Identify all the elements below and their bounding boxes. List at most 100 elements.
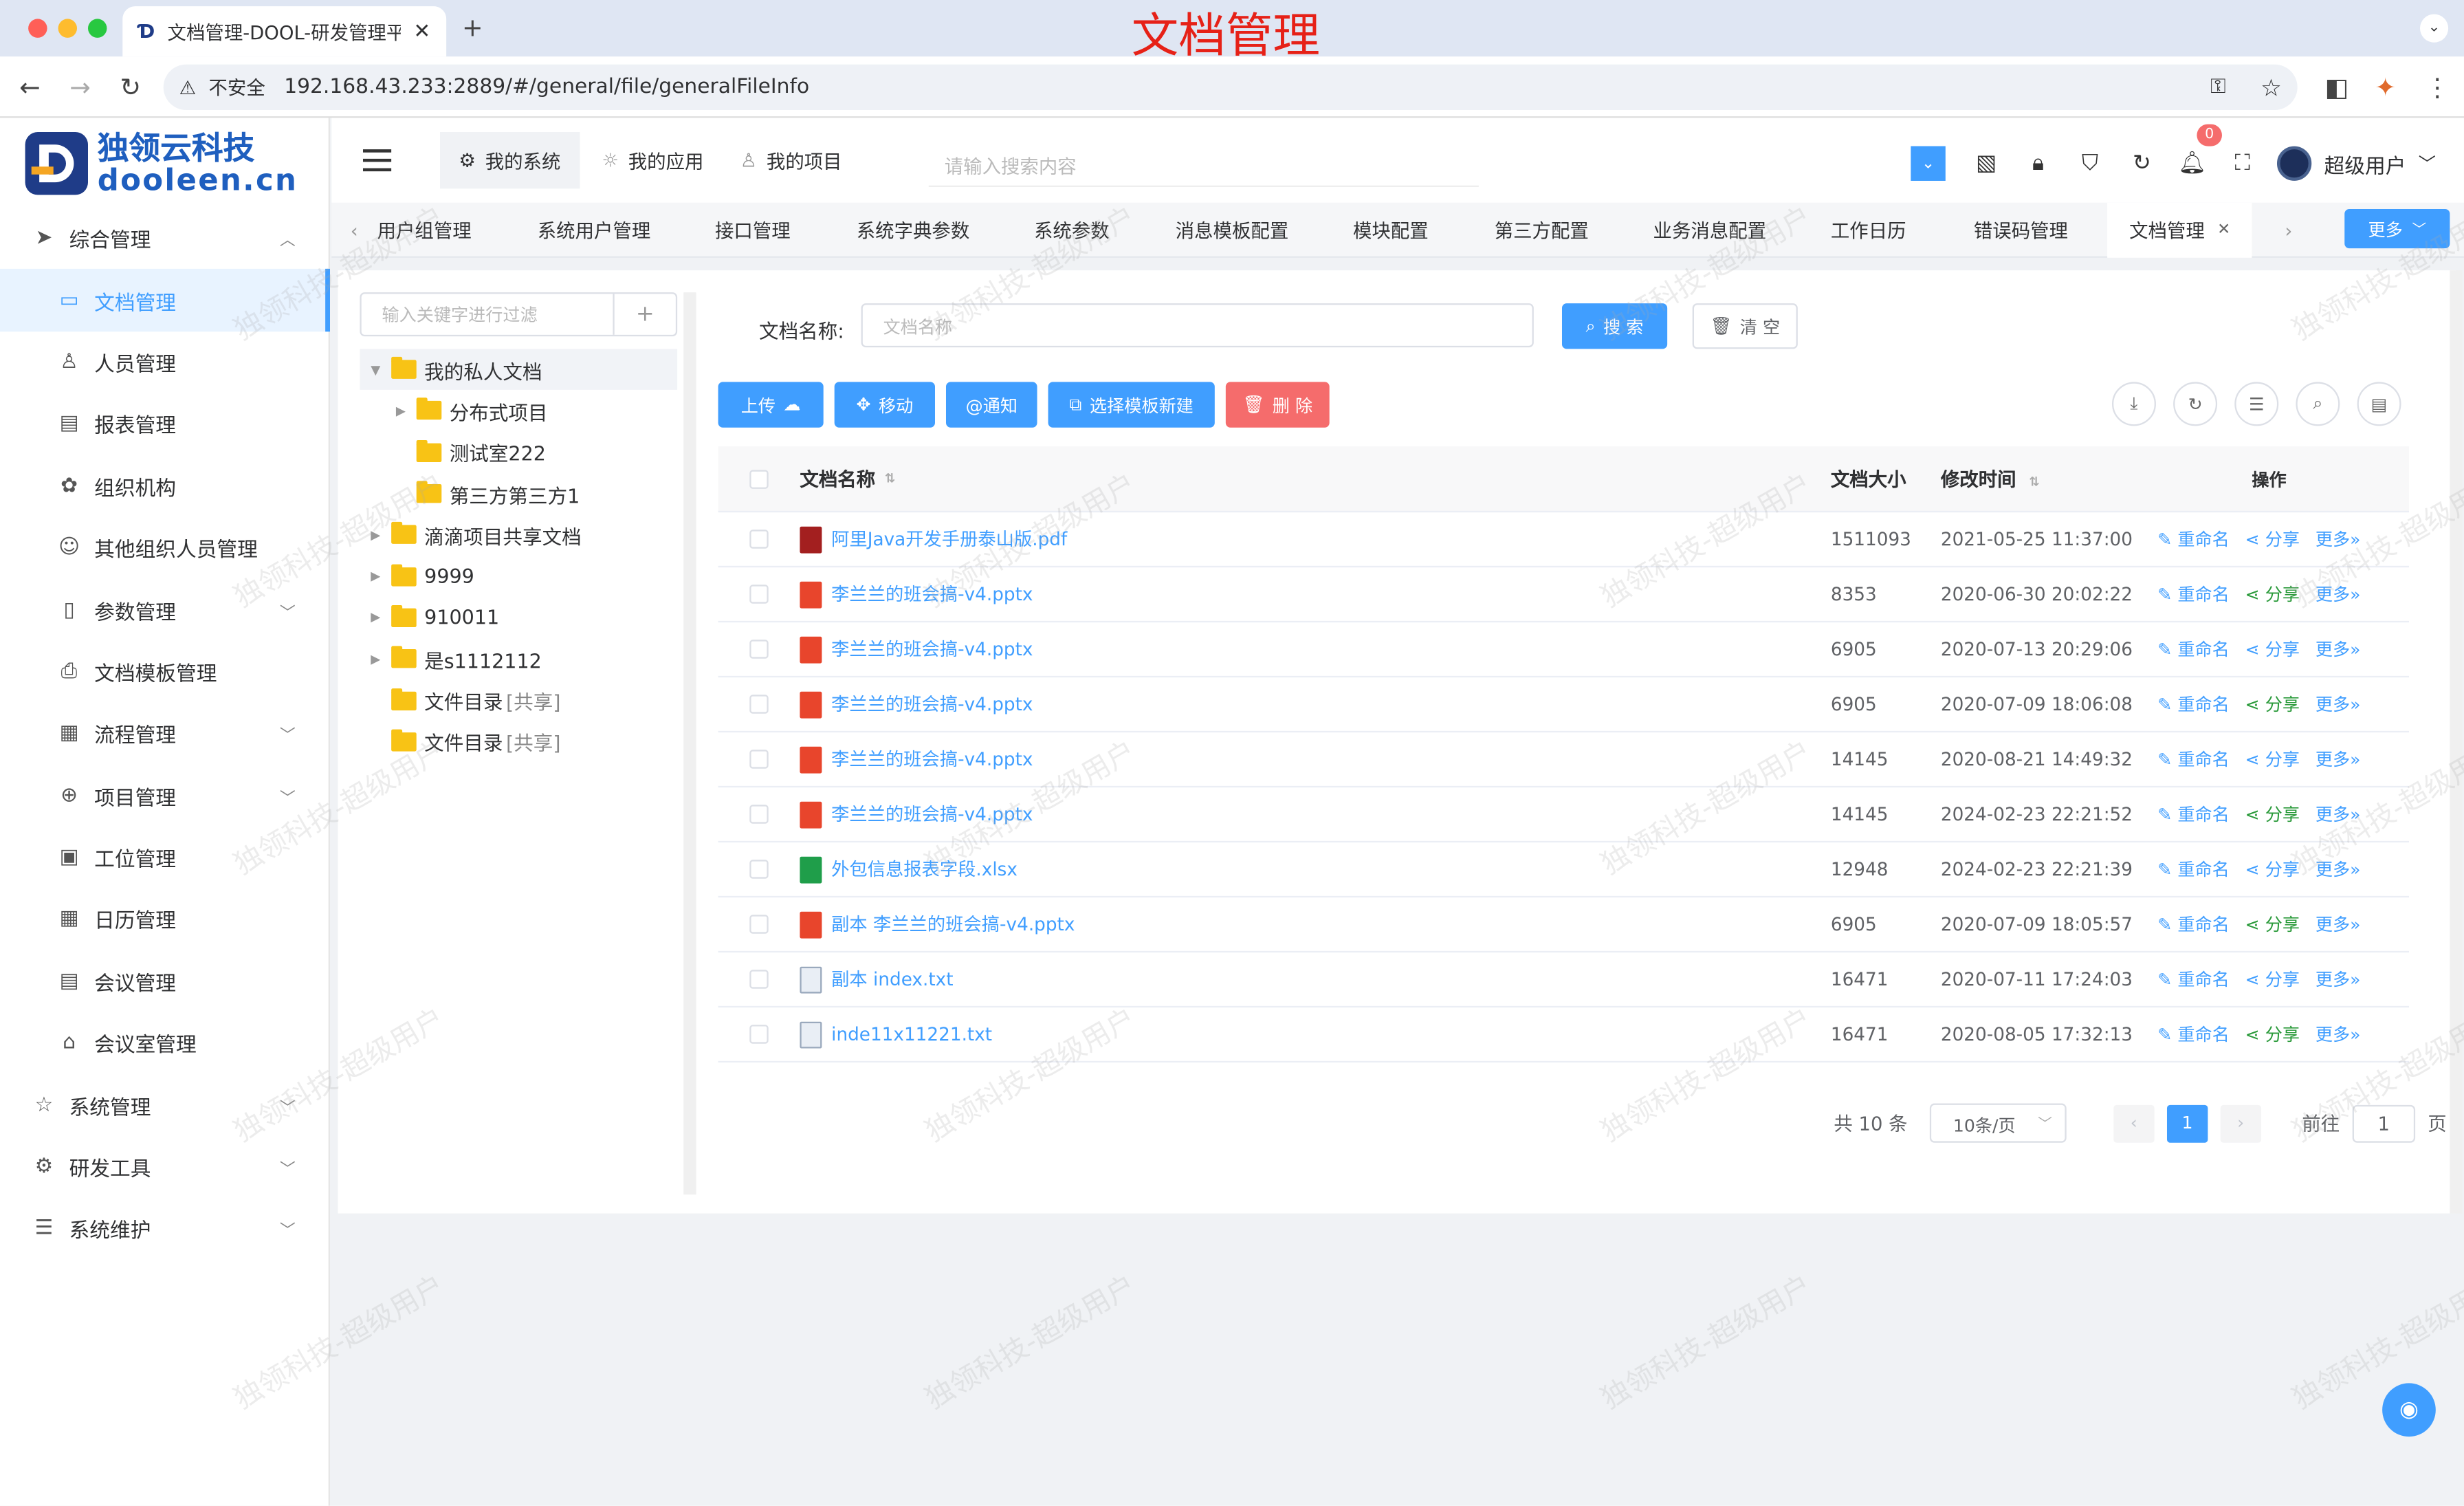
browser-menu-icon[interactable]: ⋮ xyxy=(2420,69,2454,104)
more-action[interactable]: 更多» xyxy=(2316,857,2361,882)
table-row[interactable]: 李兰兰的班会搞-v4.pptx 14145 2024-02-23 22:21:52 ✎… xyxy=(718,787,2409,843)
col-time-header[interactable]: 修改时间 ⇅ xyxy=(1941,466,2157,492)
tags-more-button[interactable]: 更多 ﹀ xyxy=(2344,208,2450,249)
rename-action[interactable]: ✎ 重命名 xyxy=(2157,912,2229,937)
sidebar-item-doc-template[interactable]: ⎙ 文档模板管理 xyxy=(0,641,330,703)
sidebar-item-workflow[interactable]: ▦ 流程管理 ﹀ xyxy=(0,703,330,765)
share-action[interactable]: ⋖ 分享 xyxy=(2245,857,2300,882)
sidebar-item-personnel[interactable]: ♙ 人员管理 xyxy=(0,331,330,393)
rename-action[interactable]: ✎ 重命名 xyxy=(2157,637,2229,662)
share-action[interactable]: ⋖ 分享 xyxy=(2245,747,2300,772)
sidebar-toggle-icon[interactable]: ◧ xyxy=(2320,69,2354,104)
move-button[interactable]: ✥ 移动 xyxy=(834,382,935,428)
tag-work-calendar[interactable]: 工作日历 xyxy=(1831,203,1906,258)
file-name-link[interactable]: 李兰兰的班会搞-v4.pptx xyxy=(831,802,1033,827)
tree-node[interactable]: 第三方第三方1 xyxy=(360,473,677,514)
row-checkbox[interactable] xyxy=(749,1025,769,1044)
more-action[interactable]: 更多» xyxy=(2316,747,2361,772)
screenshot-camera-button[interactable]: ◉ xyxy=(2382,1383,2436,1437)
next-page-button[interactable]: › xyxy=(2220,1104,2261,1142)
tab-my-apps[interactable]: ☼ 我的应用 xyxy=(583,132,723,188)
table-row[interactable]: 阿里Java开发手册泰山版.pdf 1511093 2021-05-25 11:37… xyxy=(718,512,2409,568)
share-action[interactable]: ⋖ 分享 xyxy=(2245,582,2300,607)
row-checkbox[interactable] xyxy=(749,695,769,714)
notify-button[interactable]: @通知 xyxy=(945,382,1037,428)
sidebar-item-org[interactable]: ✿ 组织机构 xyxy=(0,455,330,517)
tree-node[interactable]: ▶ 9999 xyxy=(360,556,677,597)
file-name-link[interactable]: 阿里Java开发手册泰山版.pdf xyxy=(831,527,1067,552)
row-checkbox[interactable] xyxy=(749,530,769,549)
download-icon[interactable]: ⤓ xyxy=(2111,382,2156,426)
tag-api[interactable]: 接口管理 xyxy=(715,203,791,258)
table-row[interactable]: 李兰兰的班会搞-v4.pptx 14145 2020-08-21 14:49:32 ✎… xyxy=(718,732,2409,788)
rename-action[interactable]: ✎ 重命名 xyxy=(2157,747,2229,772)
sidebar-item-workstation[interactable]: ▣ 工位管理 xyxy=(0,827,330,888)
more-action[interactable]: 更多» xyxy=(2316,527,2361,552)
tag-dict-params[interactable]: 系统字典参数 xyxy=(857,203,970,258)
user-menu[interactable]: 超级用户 ﹀ xyxy=(2276,146,2436,181)
tab-my-projects[interactable]: ♙ 我的项目 xyxy=(721,132,861,188)
row-checkbox[interactable] xyxy=(749,585,769,604)
refresh-icon[interactable]: ↻ xyxy=(2173,382,2218,426)
table-row[interactable]: 外包信息报表字段.xlsx 12948 2024-02-23 22:21:39 ✎ 重… xyxy=(718,842,2409,898)
tree-node[interactable]: ▼ 我的私人文档 xyxy=(360,349,678,391)
prev-page-button[interactable]: ‹ xyxy=(2113,1104,2155,1142)
share-action[interactable]: ⋖ 分享 xyxy=(2245,967,2300,992)
more-action[interactable]: 更多» xyxy=(2316,637,2361,662)
file-name-link[interactable]: 副本 index.txt xyxy=(831,967,953,992)
close-icon[interactable]: ✕ xyxy=(2217,221,2230,239)
file-name-link[interactable]: 李兰兰的班会搞-v4.pptx xyxy=(831,637,1033,662)
rename-action[interactable]: ✎ 重命名 xyxy=(2157,692,2229,717)
rename-action[interactable]: ✎ 重命名 xyxy=(2157,582,2229,607)
row-checkbox[interactable] xyxy=(749,750,769,769)
sidebar-group-system[interactable]: ☆ 系统管理 ﹀ xyxy=(0,1074,330,1136)
file-name-link[interactable]: 副本 李兰兰的班会搞-v4.pptx xyxy=(831,912,1075,937)
bookmark-star-icon[interactable]: ☆ xyxy=(2260,73,2282,101)
tag-system-user[interactable]: 系统用户管理 xyxy=(538,203,651,258)
table-row[interactable]: 李兰兰的班会搞-v4.pptx 6905 2020-07-13 20:29:06 ✎ … xyxy=(718,622,2409,678)
rename-action[interactable]: ✎ 重命名 xyxy=(2157,1022,2229,1047)
tab-my-system[interactable]: ⚙ 我的系统 xyxy=(439,131,580,189)
close-tab-icon[interactable]: ✕ xyxy=(413,20,430,43)
tree-filter-input[interactable]: 输入关键字进行过滤 xyxy=(362,302,613,327)
page-number-button[interactable]: 1 xyxy=(2166,1104,2208,1142)
row-checkbox[interactable] xyxy=(749,970,769,989)
table-row[interactable]: 副本 index.txt 16471 2020-07-11 17:24:03 ✎ 重命… xyxy=(718,952,2409,1008)
palette-icon[interactable]: ▧ xyxy=(1972,149,2001,177)
file-name-link[interactable]: inde11x11221.txt xyxy=(831,1023,992,1045)
shirt-icon[interactable]: ⛉ xyxy=(2076,149,2104,177)
tag-user-group[interactable]: 用户组管理 xyxy=(377,203,472,258)
tree-node[interactable]: 测试室222 xyxy=(360,432,677,473)
more-action[interactable]: 更多» xyxy=(2316,1022,2361,1047)
key-icon[interactable]: ⚿ xyxy=(2210,76,2226,99)
row-checkbox[interactable] xyxy=(749,915,769,934)
close-window-button[interactable] xyxy=(28,19,47,38)
share-action[interactable]: ⋖ 分享 xyxy=(2245,637,2300,662)
sidebar-item-report[interactable]: ▤ 报表管理 xyxy=(0,393,330,455)
file-name-link[interactable]: 外包信息报表字段.xlsx xyxy=(831,857,1018,882)
sidebar-item-calendar[interactable]: ▦ 日历管理 xyxy=(0,888,330,950)
row-checkbox[interactable] xyxy=(749,805,769,824)
template-new-button[interactable]: ⧉ 选择模板新建 xyxy=(1048,382,1215,428)
row-checkbox[interactable] xyxy=(749,860,769,879)
file-name-link[interactable]: 李兰兰的班会搞-v4.pptx xyxy=(831,582,1033,607)
zoom-window-button[interactable] xyxy=(87,19,107,38)
tab-search-button[interactable]: ⌄ xyxy=(2419,14,2449,43)
goto-page-input[interactable]: 1 xyxy=(2352,1104,2415,1142)
tag-business-msg[interactable]: 业务消息配置 xyxy=(1653,203,1767,258)
sidebar-group-maintenance[interactable]: ☰ 系统维护 ﹀ xyxy=(0,1198,330,1260)
file-name-link[interactable]: 李兰兰的班会搞-v4.pptx xyxy=(831,747,1033,772)
sort-icon[interactable]: ⇅ xyxy=(2029,474,2039,489)
forward-button[interactable]: → xyxy=(63,69,97,104)
caret-right-icon[interactable]: ▶ xyxy=(366,652,385,666)
back-button[interactable]: ← xyxy=(12,69,47,104)
sidebar-item-meeting-room[interactable]: ⌂ 会议室管理 xyxy=(0,1012,330,1074)
page-scrollbar[interactable] xyxy=(2450,270,2463,1214)
caret-right-icon[interactable]: ▶ xyxy=(366,569,385,584)
table-row[interactable]: 李兰兰的班会搞-v4.pptx 8353 2020-06-30 20:02:22 ✎ … xyxy=(718,567,2409,623)
tree-scrollbar[interactable] xyxy=(683,292,696,1195)
tag-doc-manage[interactable]: 文档管理 ✕ xyxy=(2107,202,2253,258)
tree-node[interactable]: 文件目录 [共享] xyxy=(360,721,677,762)
more-action[interactable]: 更多» xyxy=(2316,582,2361,607)
file-name-link[interactable]: 李兰兰的班会搞-v4.pptx xyxy=(831,692,1033,717)
